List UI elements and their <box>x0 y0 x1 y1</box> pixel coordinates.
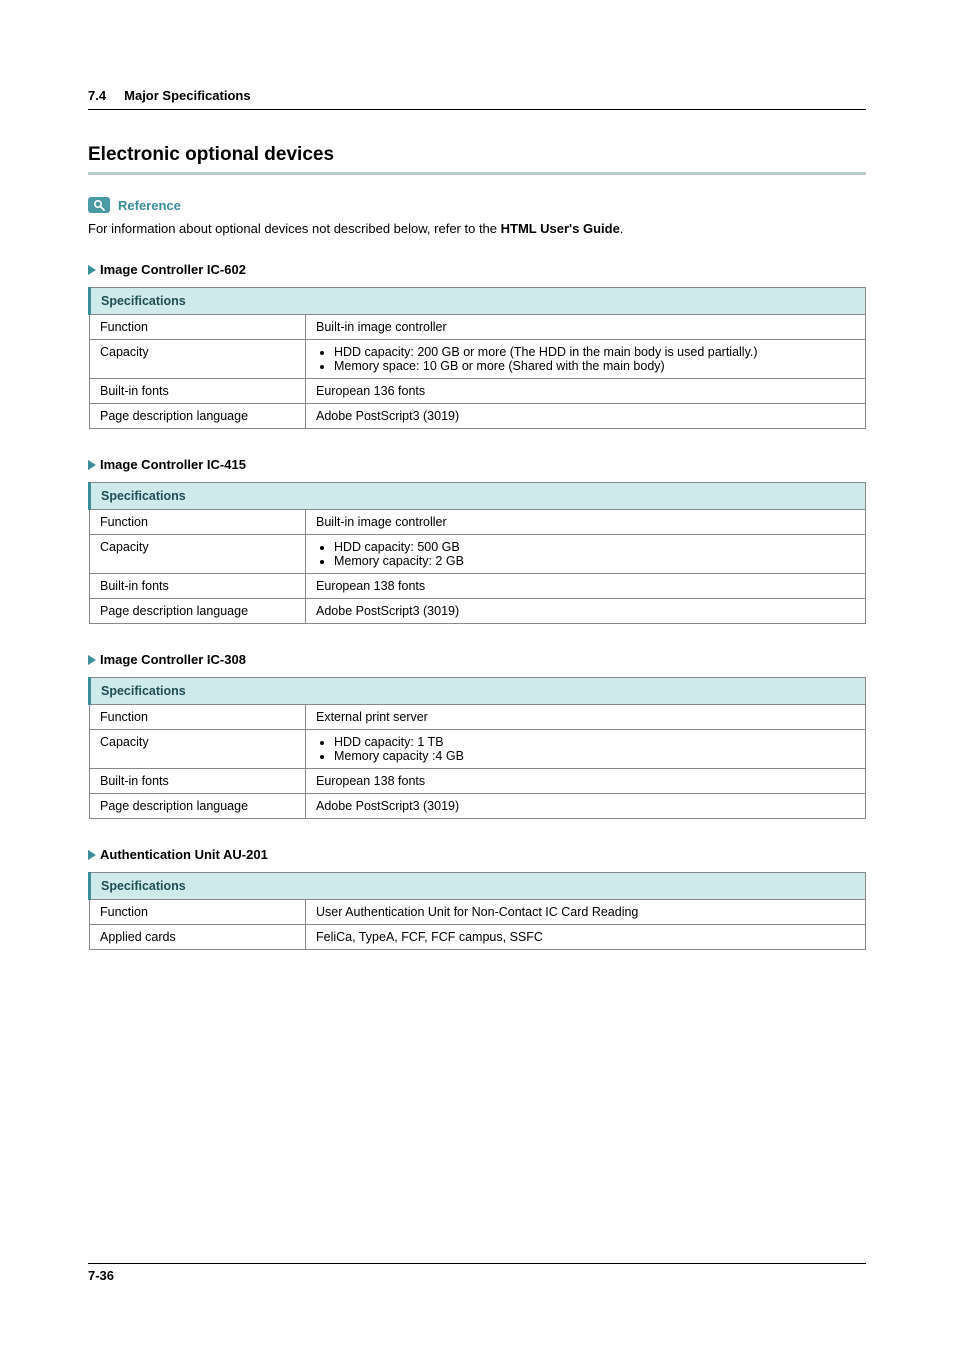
spec-key: Capacity <box>90 340 306 379</box>
spec-value: HDD capacity: 500 GBMemory capacity: 2 G… <box>306 535 866 574</box>
spec-subheading: Image Controller IC-602 <box>88 262 866 277</box>
spec-value: European 136 fonts <box>306 379 866 404</box>
spec-table-header: Specifications <box>90 678 866 705</box>
spec-value: Adobe PostScript3 (3019) <box>306 404 866 429</box>
section-title: Major Specifications <box>124 88 250 103</box>
spec-key: Built-in fonts <box>90 769 306 794</box>
spec-subheading-label: Image Controller IC-602 <box>100 262 246 277</box>
spec-table-header: Specifications <box>90 288 866 315</box>
spec-subheading: Authentication Unit AU-201 <box>88 847 866 862</box>
tables-container: Image Controller IC-602SpecificationsFun… <box>88 262 866 950</box>
spec-key: Page description language <box>90 404 306 429</box>
triangle-icon <box>88 460 96 470</box>
spec-subheading-label: Image Controller IC-308 <box>100 652 246 667</box>
spec-value: FeliCa, TypeA, FCF, FCF campus, SSFC <box>306 925 866 950</box>
reference-text-pre: For information about optional devices n… <box>88 221 501 236</box>
table-row: FunctionExternal print server <box>90 705 866 730</box>
table-row: Applied cardsFeliCa, TypeA, FCF, FCF cam… <box>90 925 866 950</box>
spec-key: Applied cards <box>90 925 306 950</box>
reference-text-post: . <box>620 221 624 236</box>
spec-value: Adobe PostScript3 (3019) <box>306 794 866 819</box>
spec-bullet: HDD capacity: 500 GB <box>334 540 855 554</box>
spec-value: European 138 fonts <box>306 574 866 599</box>
table-row: Built-in fontsEuropean 136 fonts <box>90 379 866 404</box>
spec-subheading-label: Image Controller IC-415 <box>100 457 246 472</box>
spec-table: SpecificationsFunctionExternal print ser… <box>88 677 866 819</box>
spec-key: Capacity <box>90 730 306 769</box>
title-rule <box>88 172 866 175</box>
reference-label: Reference <box>118 198 181 213</box>
table-row: Capacity HDD capacity: 500 GBMemory capac… <box>90 535 866 574</box>
table-row: Page description languageAdobe PostScrip… <box>90 404 866 429</box>
spec-key: Page description language <box>90 599 306 624</box>
triangle-icon <box>88 850 96 860</box>
spec-bullet-list: HDD capacity: 500 GBMemory capacity: 2 G… <box>316 540 855 568</box>
spec-bullet: HDD capacity: 200 GB or more (The HDD in… <box>334 345 855 359</box>
spec-bullet: HDD capacity: 1 TB <box>334 735 855 749</box>
spec-table: SpecificationsFunctionBuilt-in image con… <box>88 482 866 624</box>
table-row: Capacity HDD capacity: 200 GB or more (Th… <box>90 340 866 379</box>
table-row: FunctionBuilt-in image controller <box>90 510 866 535</box>
spec-key: Function <box>90 705 306 730</box>
table-row: FunctionBuilt-in image controller <box>90 315 866 340</box>
spec-key: Function <box>90 315 306 340</box>
section-header: 7.4 Major Specifications <box>88 88 866 110</box>
spec-key: Built-in fonts <box>90 379 306 404</box>
reference-text: For information about optional devices n… <box>88 221 866 236</box>
table-row: Capacity HDD capacity: 1 TBMemory capacit… <box>90 730 866 769</box>
page-footer: 7-36 <box>88 1263 866 1283</box>
spec-table-header: Specifications <box>90 873 866 900</box>
spec-value: Built-in image controller <box>306 315 866 340</box>
spec-table: SpecificationsFunctionBuilt-in image con… <box>88 287 866 429</box>
table-row: Built-in fontsEuropean 138 fonts <box>90 769 866 794</box>
spec-bullet: Memory space: 10 GB or more (Shared with… <box>334 359 855 373</box>
page-number: 7-36 <box>88 1268 114 1283</box>
spec-bullet-list: HDD capacity: 200 GB or more (The HDD in… <box>316 345 855 373</box>
table-row: Page description languageAdobe PostScrip… <box>90 794 866 819</box>
spec-bullet: Memory capacity: 2 GB <box>334 554 855 568</box>
spec-table-header: Specifications <box>90 483 866 510</box>
spec-subheading-label: Authentication Unit AU-201 <box>100 847 268 862</box>
spec-table: SpecificationsFunctionUser Authenticatio… <box>88 872 866 950</box>
spec-value: HDD capacity: 1 TBMemory capacity :4 GB <box>306 730 866 769</box>
reference-text-bold: HTML User's Guide <box>501 221 620 236</box>
spec-value: External print server <box>306 705 866 730</box>
spec-subheading: Image Controller IC-415 <box>88 457 866 472</box>
spec-key: Built-in fonts <box>90 574 306 599</box>
spec-value: User Authentication Unit for Non-Contact… <box>306 900 866 925</box>
spec-key: Function <box>90 510 306 535</box>
spec-value: HDD capacity: 200 GB or more (The HDD in… <box>306 340 866 379</box>
spec-key: Page description language <box>90 794 306 819</box>
spec-bullet-list: HDD capacity: 1 TBMemory capacity :4 GB <box>316 735 855 763</box>
spec-value: European 138 fonts <box>306 769 866 794</box>
page: 7.4 Major Specifications Electronic opti… <box>0 0 954 950</box>
spec-value: Built-in image controller <box>306 510 866 535</box>
page-title: Electronic optional devices <box>88 144 866 166</box>
table-row: Built-in fontsEuropean 138 fonts <box>90 574 866 599</box>
spec-key: Function <box>90 900 306 925</box>
table-row: Page description languageAdobe PostScrip… <box>90 599 866 624</box>
triangle-icon <box>88 655 96 665</box>
spec-key: Capacity <box>90 535 306 574</box>
reference-heading: Reference <box>88 197 866 213</box>
table-row: FunctionUser Authentication Unit for Non… <box>90 900 866 925</box>
triangle-icon <box>88 265 96 275</box>
spec-value: Adobe PostScript3 (3019) <box>306 599 866 624</box>
reference-icon <box>88 197 110 213</box>
spec-bullet: Memory capacity :4 GB <box>334 749 855 763</box>
section-number: 7.4 <box>88 88 106 103</box>
spec-subheading: Image Controller IC-308 <box>88 652 866 667</box>
